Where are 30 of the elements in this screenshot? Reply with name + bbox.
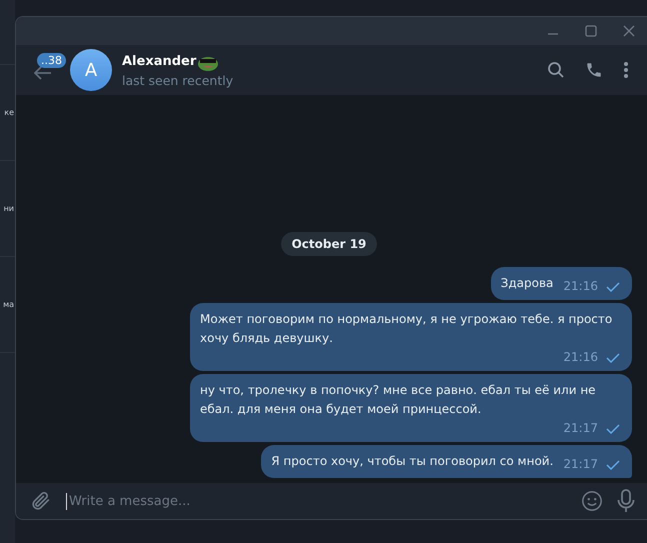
chat-list-text: ма xyxy=(3,300,15,309)
date-pill: October 19 xyxy=(280,232,378,256)
more-icon[interactable] xyxy=(623,61,629,79)
composer-bar[interactable]: Write a message... xyxy=(16,483,647,519)
message-time: 21:17 xyxy=(563,456,598,473)
close-icon[interactable] xyxy=(623,25,635,37)
message-bubble[interactable]: Здарова 21:16 xyxy=(490,267,632,300)
last-seen-status: last seen recently xyxy=(122,72,234,88)
contact-name: Alexander xyxy=(122,54,196,69)
attach-icon[interactable] xyxy=(30,490,52,512)
phone-icon[interactable] xyxy=(585,61,603,79)
emoji-icon[interactable] xyxy=(581,490,603,512)
search-icon[interactable] xyxy=(547,61,565,79)
message-text: ну что, тролечку в попочку? мне все равно. ебал ты её или не ебал. для меня она будет моей принцессой. xyxy=(200,382,597,418)
message-input[interactable]: Write a message... xyxy=(66,492,567,510)
message-text: Может поговорим по нормальному, я не угрожаю тебе. я просто хочу блядь девушку. xyxy=(200,311,614,347)
message-time: 21:16 xyxy=(563,349,598,366)
message-bubble[interactable]: ну что, тролечку в попочку? мне все равно. ебал ты её или не ебал. для меня она будет моей принцессой. 21:17 xyxy=(190,374,632,442)
message-text: Здарова xyxy=(500,275,554,292)
unread-badge: ..38 xyxy=(37,53,66,68)
message-bubble[interactable]: Может поговорим по нормальному, я не угрожаю тебе. я просто хочу блядь девушку. 21:16 xyxy=(190,303,632,371)
chat-list-text: ни xyxy=(4,204,15,213)
message-bubble[interactable]: Я просто хочу, чтобы ты поговорил со мной. 21:17 xyxy=(261,445,632,478)
message-time: 21:16 xyxy=(563,278,598,295)
message-time: 21:17 xyxy=(563,420,598,437)
maximize-icon[interactable] xyxy=(585,25,597,37)
message-text: Я просто хочу, чтобы ты поговорил со мной. xyxy=(271,453,554,470)
microphone-icon[interactable] xyxy=(617,489,635,513)
chat-list-text: ке xyxy=(4,108,15,117)
back-arrow-icon[interactable] xyxy=(34,66,52,80)
